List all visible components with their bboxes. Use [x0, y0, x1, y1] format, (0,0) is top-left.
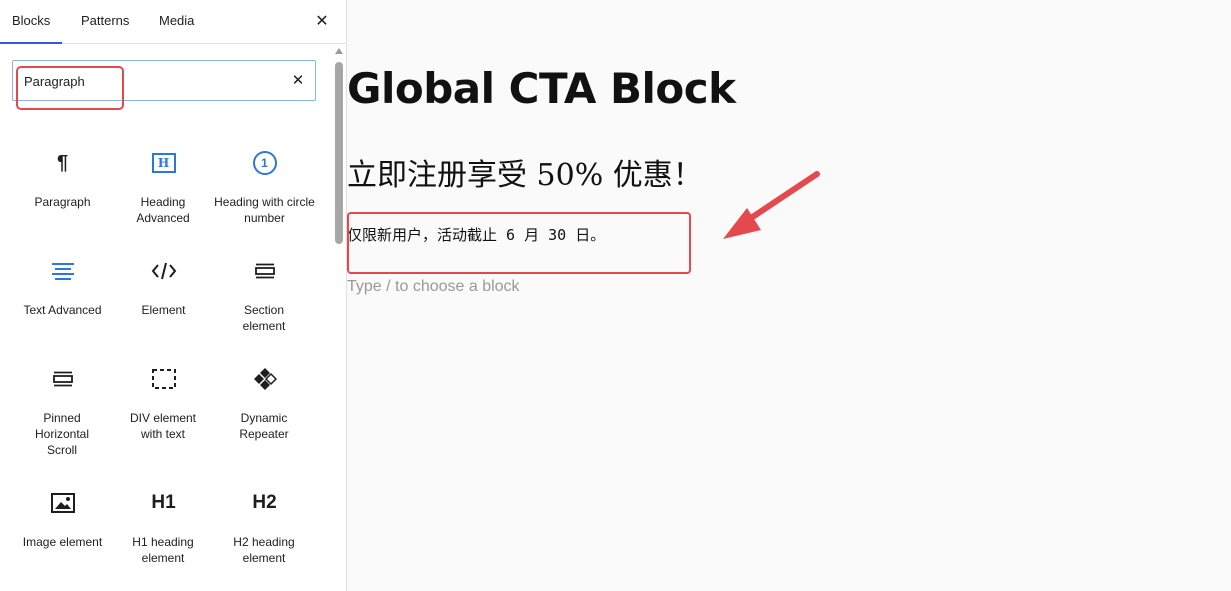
block-search-box: ✕	[12, 60, 316, 101]
block-item-text-advanced[interactable]: Text Advanced	[12, 248, 113, 356]
block-search-input[interactable]	[24, 71, 274, 91]
block-label: Paragraph	[34, 195, 91, 209]
block-item-paragraph[interactable]: ¶ Paragraph	[12, 140, 113, 248]
block-label: H1 heading element	[132, 535, 194, 565]
block-label: Heading with circle number	[214, 195, 315, 225]
code-icon	[113, 258, 214, 284]
block-item-div-element-text[interactable]: DIV element with text	[113, 356, 214, 464]
block-item-element[interactable]: Element	[113, 248, 214, 356]
repeater-diamond-icon	[214, 366, 315, 392]
pinned-scroll-icon	[12, 366, 113, 392]
block-label: DIV element with text	[129, 411, 197, 441]
close-icon: ✕	[315, 13, 329, 30]
block-label: Section element	[242, 303, 286, 333]
block-item-image-element[interactable]: Image element	[12, 480, 113, 588]
block-label: H2 heading element	[233, 535, 295, 565]
paragraph-block[interactable]: 仅限新用户，活动截止 6 月 30 日。	[347, 224, 605, 245]
sidebar-scrollbar[interactable]	[333, 44, 346, 591]
clear-search-button[interactable]: ✕	[289, 71, 307, 91]
heading-block[interactable]: 立即注册享受 50% 优惠！	[347, 150, 703, 194]
close-icon: ✕	[291, 72, 305, 89]
heading-h-box-icon: H	[113, 150, 214, 176]
annotation-arrow-icon	[723, 171, 820, 239]
text-lines-icon	[12, 258, 113, 284]
block-appender-placeholder[interactable]: Type / to choose a block	[347, 278, 520, 296]
image-icon	[12, 490, 113, 516]
h2-icon: H2	[252, 492, 277, 513]
block-label: Element	[141, 303, 186, 317]
block-inserter-sidebar: Blocks Patterns Media ✕ ✕ ¶ Paragraph H …	[0, 0, 347, 591]
block-label: Dynamic Repeater	[239, 411, 289, 441]
block-item-h2-heading[interactable]: H2 H2 heading element	[214, 480, 315, 588]
block-label: Heading Advanced	[136, 195, 190, 225]
section-icon	[214, 258, 315, 284]
tab-media[interactable]: Media	[147, 0, 206, 44]
post-title[interactable]: Global CTA Block	[347, 64, 736, 113]
dashed-box-icon	[113, 366, 214, 392]
tab-patterns[interactable]: Patterns	[69, 0, 141, 44]
block-item-h1-heading[interactable]: H1 H1 heading element	[113, 480, 214, 588]
block-item-section-element[interactable]: Section element	[214, 248, 315, 356]
block-item-pinned-horizontal-scroll[interactable]: Pinned Horizontal Scroll	[12, 356, 113, 464]
block-label: Text Advanced	[23, 303, 102, 317]
block-label: Pinned Horizontal Scroll	[34, 411, 90, 457]
block-label: Image element	[22, 535, 103, 549]
editor-canvas: Global CTA Block 立即注册享受 50% 优惠！ 仅限新用户，活动…	[347, 0, 1231, 591]
scroll-up-arrow-icon[interactable]	[335, 48, 343, 54]
scrollbar-thumb[interactable]	[335, 62, 343, 244]
paragraph-icon: ¶	[56, 151, 69, 174]
block-item-heading-advanced[interactable]: H Heading Advanced	[113, 140, 214, 248]
block-item-dynamic-repeater[interactable]: Dynamic Repeater	[214, 356, 315, 464]
block-item-heading-circle-number[interactable]: 1 Heading with circle number	[214, 140, 315, 248]
inserter-tabs: Blocks Patterns Media	[0, 0, 346, 44]
close-sidebar-button[interactable]: ✕	[312, 12, 332, 32]
tab-blocks[interactable]: Blocks	[0, 0, 63, 44]
circle-number-icon: 1	[214, 150, 315, 176]
h1-icon: H1	[151, 492, 176, 513]
